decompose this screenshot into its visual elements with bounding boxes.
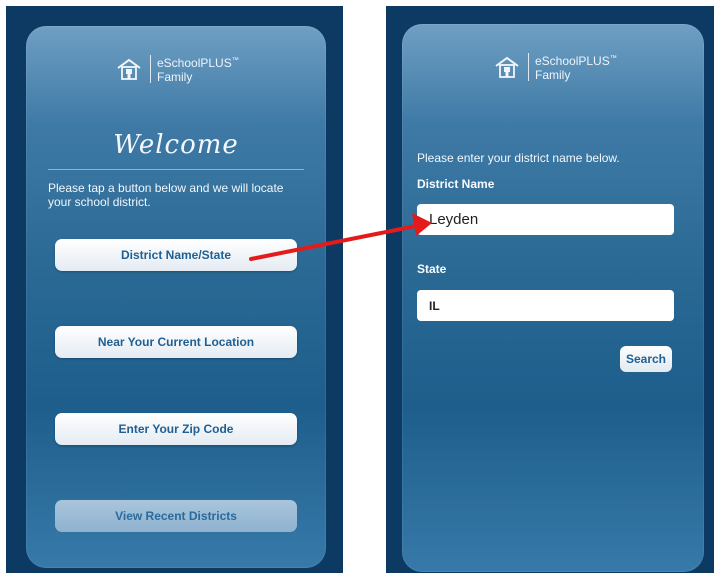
welcome-panel: eSchoolPLUS™ Family Welcome Please tap a… (26, 26, 326, 568)
logo-text: eSchoolPLUS™ Family (157, 54, 239, 84)
logo-line1: eSchoolPLUS (157, 56, 232, 70)
near-location-button[interactable]: Near Your Current Location (55, 326, 297, 358)
state-label: State (417, 262, 447, 276)
logo-divider (528, 53, 529, 81)
recent-districts-button[interactable]: View Recent Districts (55, 500, 297, 532)
logo-tm: ™ (609, 55, 617, 62)
right-screen: eSchoolPLUS™ Family Please enter your di… (386, 6, 714, 573)
logo-text: eSchoolPLUS™ Family (535, 52, 617, 82)
district-name-input[interactable]: Leyden (417, 204, 674, 235)
state-input[interactable]: IL (417, 290, 674, 321)
logo-divider (150, 55, 151, 83)
app-logo: eSchoolPLUS™ Family (494, 52, 617, 82)
zip-code-button[interactable]: Enter Your Zip Code (55, 413, 297, 445)
welcome-title: Welcome (113, 130, 239, 160)
district-prompt: Please enter your district name below. (417, 151, 620, 165)
logo-tm: ™ (231, 57, 239, 64)
logo-line1: eSchoolPLUS (535, 54, 610, 68)
search-button[interactable]: Search (620, 346, 672, 372)
district-name-label: District Name (417, 177, 495, 191)
intro-text: Please tap a button below and we will lo… (48, 181, 284, 209)
logo-line2: Family (157, 70, 193, 84)
school-house-icon (494, 56, 520, 78)
left-screen: eSchoolPLUS™ Family Welcome Please tap a… (6, 6, 343, 573)
school-house-icon (116, 58, 142, 80)
app-logo: eSchoolPLUS™ Family (116, 54, 239, 84)
title-divider (48, 169, 304, 170)
logo-line2: Family (535, 68, 571, 82)
district-name-state-button[interactable]: District Name/State (55, 239, 297, 271)
district-search-panel: eSchoolPLUS™ Family Please enter your di… (402, 24, 704, 572)
